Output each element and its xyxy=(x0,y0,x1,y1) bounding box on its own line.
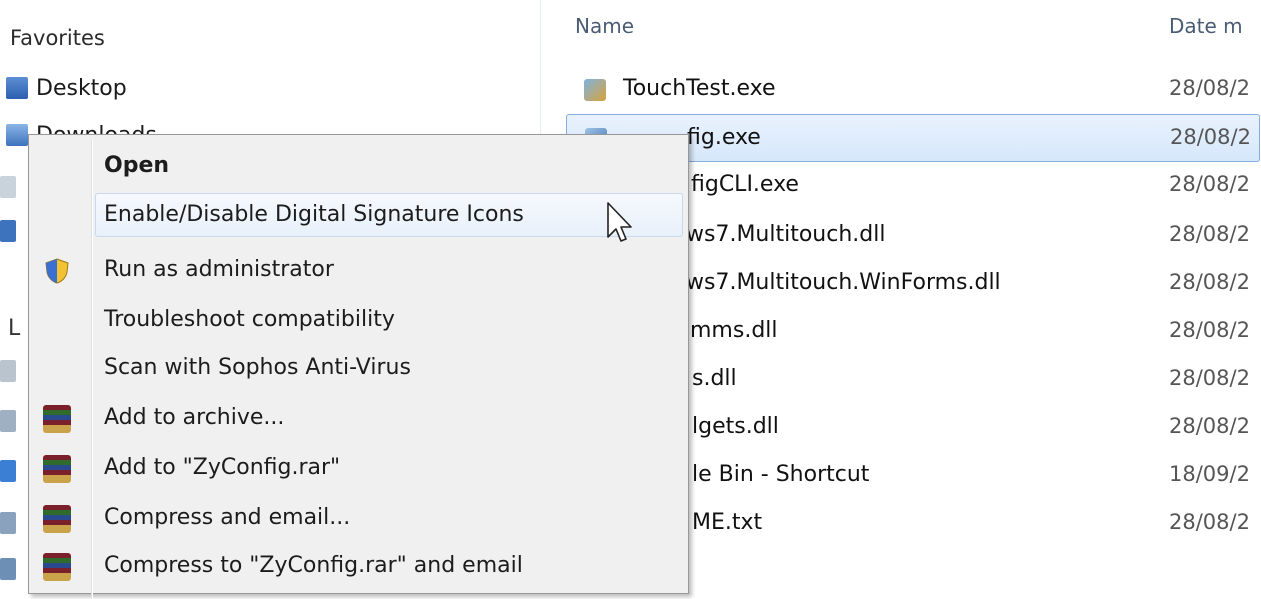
nav-stub-icon xyxy=(0,512,16,534)
file-date: 28/08/2 xyxy=(1169,414,1250,438)
nav-stub-icon xyxy=(0,558,16,580)
nav-stub-icon xyxy=(0,460,16,482)
file-date: 28/08/2 xyxy=(1169,172,1250,196)
uac-shield-icon xyxy=(43,257,71,285)
winrar-icon xyxy=(43,405,71,433)
menu-item-add-to-archive[interactable]: Add to archive... xyxy=(29,397,688,441)
nav-stub-icon xyxy=(0,220,16,242)
nav-item-label: Desktop xyxy=(36,75,127,101)
mouse-cursor-icon xyxy=(606,201,632,245)
winrar-icon xyxy=(43,455,71,483)
file-name: lgets.dll xyxy=(692,414,779,439)
menu-item-label: Troubleshoot compatibility xyxy=(104,307,395,332)
file-name: fig.exe xyxy=(687,125,761,150)
menu-item-label: Add to "ZyConfig.rar" xyxy=(104,455,341,480)
menu-item-open[interactable]: Open xyxy=(29,145,688,189)
desktop-icon xyxy=(6,77,28,99)
file-date: 28/08/2 xyxy=(1169,270,1250,294)
winrar-icon xyxy=(43,553,71,581)
file-name: ME.txt xyxy=(692,510,763,535)
file-date: 28/08/2 xyxy=(1170,125,1251,149)
winrar-icon xyxy=(43,505,71,533)
menu-item-sophos-scan[interactable]: Scan with Sophos Anti-Virus xyxy=(29,347,688,391)
menu-item-label: Run as administrator xyxy=(104,257,334,282)
file-date: 28/08/2 xyxy=(1169,318,1250,342)
menu-item-label: Compress and email... xyxy=(104,505,351,530)
file-name: le Bin - Shortcut xyxy=(692,462,870,487)
file-date: 18/09/2 xyxy=(1169,462,1250,486)
column-header-name[interactable]: Name xyxy=(575,14,634,38)
file-name: ws7.Multitouch.dll xyxy=(686,222,886,247)
file-name: ws7.Multitouch.WinForms.dll xyxy=(686,270,1001,295)
libraries-header[interactable]: L xyxy=(8,316,20,341)
nav-stub-icon xyxy=(0,360,16,382)
menu-item-compress-rar-email[interactable]: Compress to "ZyConfig.rar" and email xyxy=(29,545,688,589)
file-name: mms.dll xyxy=(690,318,778,343)
menu-item-label: Add to archive... xyxy=(104,405,285,430)
menu-item-label: Enable/Disable Digital Signature Icons xyxy=(104,202,524,227)
nav-stub-icon xyxy=(0,176,16,198)
column-header-date[interactable]: Date m xyxy=(1169,14,1243,38)
file-date: 28/08/2 xyxy=(1169,76,1250,100)
menu-item-digital-signature-icons[interactable]: Enable/Disable Digital Signature Icons xyxy=(95,193,683,237)
file-date: 28/08/2 xyxy=(1169,510,1250,534)
file-date: 28/08/2 xyxy=(1169,222,1250,246)
file-name: s.dll xyxy=(692,366,737,391)
downloads-icon xyxy=(6,124,28,146)
menu-item-label: Compress to "ZyConfig.rar" and email xyxy=(104,553,523,578)
nav-item-desktop[interactable]: Desktop xyxy=(6,71,127,105)
context-menu: Open Enable/Disable Digital Signature Ic… xyxy=(28,134,689,599)
file-row[interactable]: TouchTest.exe 28/08/2 xyxy=(566,66,1260,114)
file-name: figCLI.exe xyxy=(691,172,799,197)
favorites-header[interactable]: Favorites xyxy=(10,26,105,50)
menu-item-add-to-rar[interactable]: Add to "ZyConfig.rar" xyxy=(29,447,688,491)
file-name: TouchTest.exe xyxy=(623,76,776,101)
menu-item-compress-email[interactable]: Compress and email... xyxy=(29,497,688,541)
exe-icon xyxy=(584,79,606,101)
menu-item-run-as-admin[interactable]: Run as administrator xyxy=(29,249,688,293)
menu-item-label: Open xyxy=(104,153,170,178)
file-date: 28/08/2 xyxy=(1169,366,1250,390)
menu-item-label: Scan with Sophos Anti-Virus xyxy=(104,355,411,380)
menu-item-troubleshoot[interactable]: Troubleshoot compatibility xyxy=(29,299,688,343)
nav-stub-icon xyxy=(0,410,16,432)
